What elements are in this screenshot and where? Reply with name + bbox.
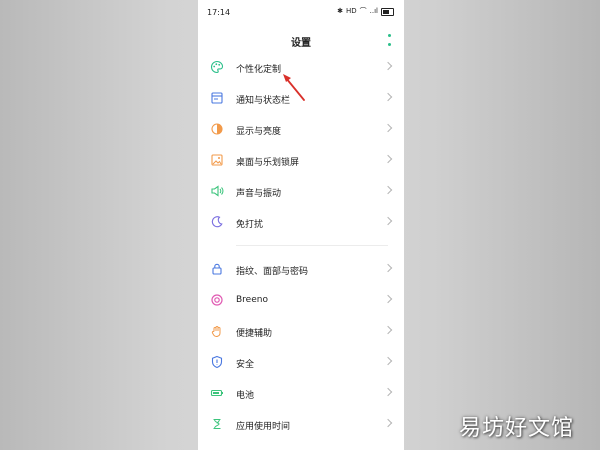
chevron-right-icon [383, 418, 393, 428]
settings-item-label: 个性化定制 [236, 65, 282, 75]
brightness-icon [211, 123, 223, 135]
chevron-right-icon [383, 154, 393, 164]
battery-icon [210, 389, 223, 397]
wifi-icon: ⌒ [359, 7, 367, 15]
settings-item-do-not-disturb[interactable]: 免打扰 [198, 210, 404, 236]
settings-item-accessibility[interactable]: 便捷辅助 [198, 319, 404, 345]
page-title: 设置 [291, 38, 311, 49]
settings-item-label: 安全 [236, 360, 255, 370]
lock-icon [212, 263, 222, 275]
phone-screen: 17:14 ✱ HD ⌒ ..ıl 设置 个性化定制 通知与状态栏 显示与亮度 … [198, 0, 404, 450]
wallpaper-icon [211, 154, 223, 166]
settings-item-breeno[interactable]: Breeno [198, 288, 404, 314]
hd-icon: HD [346, 7, 357, 15]
chevron-right-icon [383, 387, 393, 397]
chevron-right-icon [383, 263, 393, 273]
chevron-right-icon [383, 123, 393, 133]
timer-icon [213, 418, 221, 430]
shield-icon [211, 355, 223, 369]
settings-item-label: 声音与振动 [236, 189, 282, 199]
watermark: 易坊好文馆 [458, 416, 574, 441]
settings-item-battery[interactable]: 电池 [198, 381, 404, 407]
chevron-right-icon [383, 294, 393, 304]
chevron-right-icon [383, 61, 393, 71]
palette-icon [211, 60, 224, 74]
section-divider [236, 245, 388, 246]
status-bar: 17:14 ✱ HD ⌒ ..ıl [198, 0, 404, 24]
speaker-icon [211, 185, 224, 197]
settings-item-label: 通知与状态栏 [236, 96, 291, 106]
chevron-right-icon [383, 216, 393, 226]
settings-item-fingerprint-face-password[interactable]: 指纹、面部与密码 [198, 257, 404, 283]
chevron-right-icon [383, 356, 393, 366]
status-time: 17:14 [207, 8, 231, 17]
notification-icon [211, 92, 223, 104]
settings-item-label: 显示与亮度 [236, 127, 282, 137]
status-icons: ✱ HD ⌒ ..ıl [337, 7, 394, 16]
bluetooth-icon: ✱ [337, 7, 343, 15]
settings-item-personalization[interactable]: 个性化定制 [198, 55, 404, 81]
breeno-icon [211, 294, 223, 306]
settings-item-label: Breeno [236, 295, 268, 305]
settings-item-desktop-lockscreen[interactable]: 桌面与乐划锁屏 [198, 148, 404, 174]
more-options-icon[interactable] [387, 34, 391, 46]
settings-item-app-usage-time[interactable]: 应用使用时间 [198, 412, 404, 438]
settings-item-sound[interactable]: 声音与振动 [198, 179, 404, 205]
settings-item-label: 桌面与乐划锁屏 [236, 158, 300, 168]
chevron-right-icon [383, 92, 393, 102]
settings-item-label: 应用使用时间 [236, 422, 291, 432]
settings-item-label: 电池 [236, 391, 255, 401]
settings-item-display[interactable]: 显示与亮度 [198, 117, 404, 143]
settings-item-security[interactable]: 安全 [198, 350, 404, 376]
hand-icon [211, 326, 221, 337]
header: 设置 [198, 28, 404, 50]
battery-status-icon [381, 7, 394, 16]
settings-item-label: 指纹、面部与密码 [236, 267, 309, 277]
settings-item-label: 免打扰 [236, 220, 264, 230]
moon-icon [211, 216, 223, 228]
signal-icon: ..ıl [369, 7, 378, 15]
chevron-right-icon [383, 325, 393, 335]
chevron-right-icon [383, 185, 393, 195]
settings-item-label: 便捷辅助 [236, 329, 273, 339]
settings-item-notifications[interactable]: 通知与状态栏 [198, 86, 404, 112]
